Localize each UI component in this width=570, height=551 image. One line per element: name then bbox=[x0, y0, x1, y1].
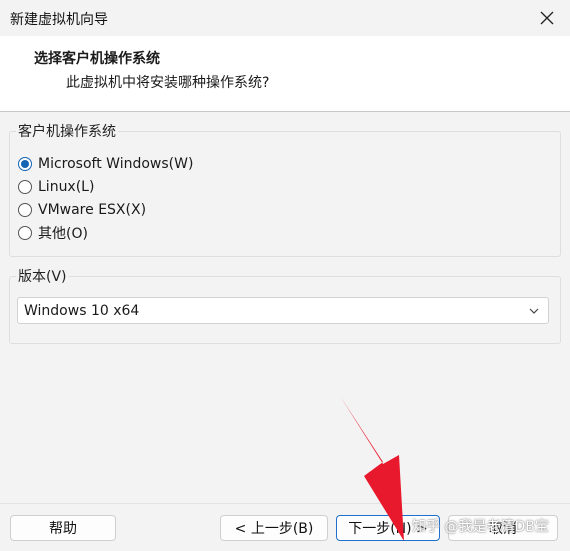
radio-label-windows: Microsoft Windows(W) bbox=[38, 156, 194, 172]
radio-vmware-esx[interactable]: VMware ESX(X) bbox=[18, 199, 146, 221]
guest-os-label: 客户机操作系统 bbox=[16, 121, 118, 141]
window-title: 新建虚拟机向导 bbox=[10, 12, 108, 28]
page-subtitle: 此虚拟机中将安装哪种操作系统? bbox=[66, 75, 270, 91]
help-button[interactable]: 帮助 bbox=[10, 515, 116, 541]
radio-label-linux: Linux(L) bbox=[38, 179, 95, 195]
back-button-label: < 上一步(B) bbox=[234, 521, 314, 537]
close-button[interactable] bbox=[532, 4, 562, 32]
help-button-label: 帮助 bbox=[49, 521, 77, 537]
title-bar: 新建虚拟机向导 bbox=[0, 0, 570, 36]
radio-linux[interactable]: Linux(L) bbox=[18, 176, 94, 198]
close-icon bbox=[540, 11, 554, 25]
watermark-text: 知乎 @我是老清DB宝 bbox=[412, 519, 549, 535]
radio-button[interactable] bbox=[18, 226, 32, 240]
footer-divider bbox=[0, 503, 570, 504]
back-button[interactable]: < 上一步(B) bbox=[220, 515, 328, 541]
version-selected-value: Windows 10 x64 bbox=[24, 303, 140, 319]
radio-windows[interactable]: Microsoft Windows(W) bbox=[18, 153, 193, 175]
radio-button[interactable] bbox=[18, 203, 32, 217]
wizard-header: 选择客户机操作系统 此虚拟机中将安装哪种操作系统? bbox=[0, 36, 570, 112]
radio-label-vmware-esx: VMware ESX(X) bbox=[38, 202, 147, 218]
chevron-down-icon bbox=[529, 308, 539, 314]
version-dropdown[interactable]: Windows 10 x64 bbox=[17, 297, 549, 324]
header-divider bbox=[0, 111, 570, 112]
radio-button-checked[interactable] bbox=[18, 157, 32, 171]
version-label: 版本(V) bbox=[16, 266, 69, 286]
page-title: 选择客户机操作系统 bbox=[34, 51, 160, 67]
radio-label-other: 其他(O) bbox=[38, 226, 88, 242]
radio-other[interactable]: 其他(O) bbox=[18, 222, 88, 244]
radio-button[interactable] bbox=[18, 180, 32, 194]
